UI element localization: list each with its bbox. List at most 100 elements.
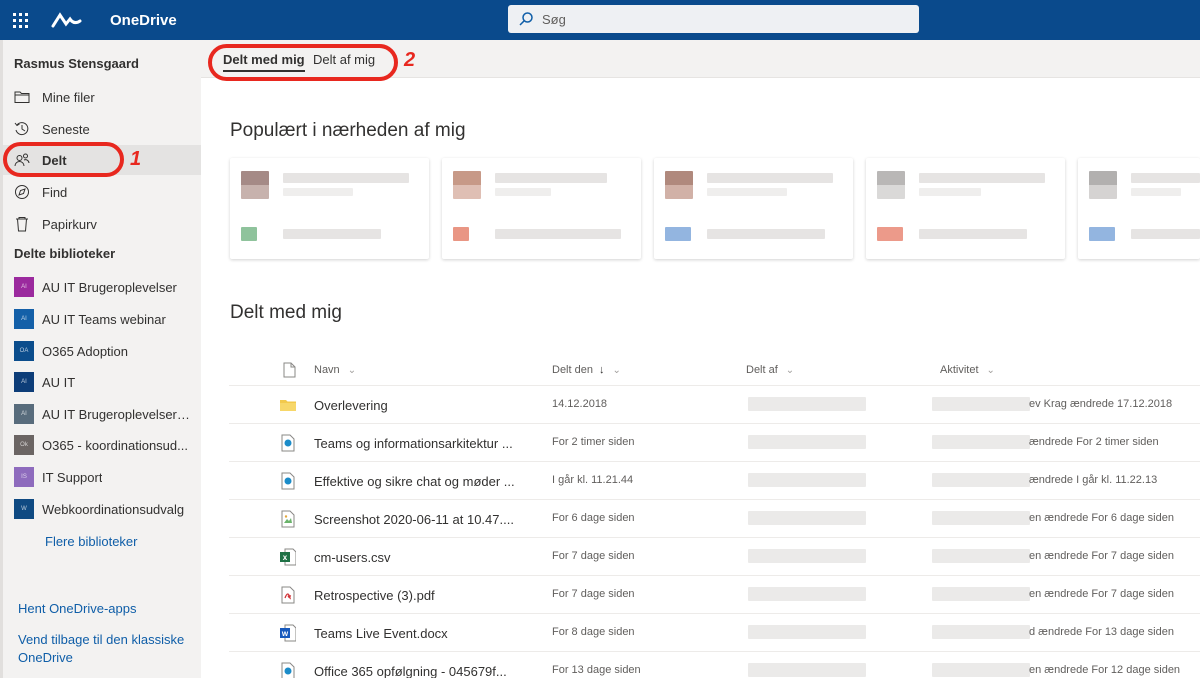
library-item[interactable]: AI AU IT [3, 368, 201, 396]
activity-text: ændrede For 2 timer siden [1029, 436, 1159, 448]
image-file-icon [281, 510, 295, 528]
activity-text: en ændrede For 7 dage siden [1029, 550, 1174, 562]
file-type-icon [283, 362, 296, 378]
search-icon [519, 12, 533, 26]
main-content: Populært i nærheden af mig Delt med mig … [201, 78, 1200, 678]
shared-date: For 7 dage siden [552, 588, 635, 600]
library-item[interactable]: AI AU IT Brugeroplevelser -... [3, 400, 201, 428]
column-header-shared-by[interactable]: Delt af ⌄ [746, 364, 794, 376]
pdf-file-icon [281, 586, 295, 604]
library-avatar: W [14, 499, 34, 519]
column-label: Delt den [552, 364, 593, 376]
popular-card[interactable] [654, 158, 853, 259]
file-name[interactable]: Office 365 opfølgning - 045679f... [314, 664, 507, 678]
file-name[interactable]: Screenshot 2020-06-11 at 10.47.... [314, 512, 514, 527]
column-label: Delt af [746, 364, 778, 376]
column-header-activity[interactable]: Aktivitet ⌄ [940, 364, 995, 376]
nav-label: Find [42, 184, 68, 200]
popular-card[interactable] [230, 158, 429, 259]
app-name[interactable]: OneDrive [110, 12, 177, 29]
annotation-number-2: 2 [404, 49, 416, 71]
library-avatar: AI [14, 372, 34, 392]
library-avatar: AI [14, 404, 34, 424]
nav-item-recent[interactable]: Seneste [3, 114, 201, 144]
annotation-oval-2 [208, 44, 398, 81]
file-name[interactable]: Effektive og sikre chat og møder ... [314, 474, 515, 489]
file-row[interactable]: Teams og informationsarkitektur ... For … [229, 424, 1200, 462]
library-avatar: IS [14, 467, 34, 487]
popular-card[interactable] [1078, 158, 1200, 259]
top-bar: OneDrive Søg [0, 0, 1200, 40]
file-row[interactable]: Retrospective (3).pdf For 7 dage siden e… [229, 576, 1200, 614]
library-label: AU IT Brugeroplevelser [42, 279, 177, 295]
file-name[interactable]: Teams Live Event.docx [314, 626, 448, 641]
shared-date: For 2 timer siden [552, 436, 635, 448]
file-list-header: Navn ⌄ Delt den ↓ ⌄ Delt af ⌄ Aktivitet ⌄ [229, 348, 1200, 386]
get-apps-link[interactable]: Hent OneDrive-apps [18, 600, 137, 618]
activity-text: d ændrede For 13 dage siden [1029, 626, 1174, 638]
sharepoint-page-icon [281, 472, 295, 490]
file-row[interactable]: Office 365 opfølgning - 045679f... For 1… [229, 652, 1200, 678]
library-label: O365 Adoption [42, 343, 129, 359]
annotation-number-1: 1 [130, 148, 142, 170]
activity-text: ændrede I går kl. 11.22.13 [1029, 474, 1158, 486]
search-box[interactable]: Søg [508, 5, 919, 33]
column-label: Navn [314, 364, 340, 376]
column-header-shared-date[interactable]: Delt den ↓ ⌄ [552, 364, 621, 376]
library-item[interactable]: W Webkoordinationsudvalg [3, 495, 201, 523]
shared-date: 14.12.2018 [552, 398, 608, 410]
nav-label: Papirkurv [42, 216, 97, 232]
excel-file-icon: x [280, 548, 296, 566]
library-label: AU IT Brugeroplevelser -... [42, 406, 192, 422]
chevron-down-icon: ⌄ [612, 365, 621, 376]
annotation-oval-1 [3, 142, 124, 177]
library-label: IT Support [42, 469, 103, 485]
popular-card[interactable] [866, 158, 1065, 259]
library-item[interactable]: OA O365 Adoption [3, 337, 201, 365]
svg-text:x: x [283, 553, 288, 562]
word-file-icon: w [280, 624, 296, 642]
library-item[interactable]: Ok O365 - koordinationsud... [3, 431, 201, 459]
column-header-name[interactable]: Navn ⌄ [314, 364, 356, 376]
university-logo[interactable] [50, 0, 94, 40]
popular-heading: Populært i nærheden af mig [230, 120, 466, 141]
discover-icon [13, 183, 31, 201]
more-libraries-link[interactable]: Flere biblioteker [45, 534, 138, 549]
nav-item-recycle-bin[interactable]: Papirkurv [3, 209, 201, 239]
file-name[interactable]: Overlevering [314, 398, 388, 413]
search-input[interactable]: Søg [542, 12, 566, 27]
library-item[interactable]: AI AU IT Brugeroplevelser [3, 273, 201, 301]
library-label: AU IT [42, 374, 76, 390]
nav-item-my-files[interactable]: Mine filer [3, 82, 201, 112]
library-item[interactable]: IS IT Support [3, 463, 201, 491]
library-avatar: AI [14, 277, 34, 297]
file-name[interactable]: cm-users.csv [314, 550, 391, 565]
folder-icon [13, 88, 31, 106]
chevron-down-icon: ⌄ [785, 365, 795, 376]
app-launcher-icon[interactable] [0, 0, 40, 40]
classic-link-line2: OneDrive [18, 650, 73, 665]
file-row[interactable]: x cm-users.csv For 7 dage siden en ændre… [229, 538, 1200, 576]
library-avatar: OA [14, 341, 34, 361]
popular-card[interactable] [442, 158, 641, 259]
library-label: Webkoordinationsudvalg [42, 501, 185, 517]
column-label: Aktivitet [940, 364, 979, 376]
nav-item-discover[interactable]: Find [3, 177, 201, 207]
sharepoint-page-icon [281, 662, 295, 678]
file-name[interactable]: Teams og informationsarkitektur ... [314, 436, 513, 451]
sort-down-arrow-icon: ↓ [598, 364, 605, 376]
svg-text:w: w [281, 629, 289, 638]
library-avatar: AI [14, 309, 34, 329]
classic-onedrive-link[interactable]: Vend tilbage til den klassiske OneDrive [18, 631, 184, 667]
file-name[interactable]: Retrospective (3).pdf [314, 588, 435, 603]
file-row[interactable]: Screenshot 2020-06-11 at 10.47.... For 6… [229, 500, 1200, 538]
shared-libraries-heading: Delte biblioteker [14, 246, 116, 261]
file-row[interactable]: Effektive og sikre chat og møder ... I g… [229, 462, 1200, 500]
user-name: Rasmus Stensgaard [14, 56, 139, 71]
library-item[interactable]: AI AU IT Teams webinar [3, 305, 201, 333]
recycle-bin-icon [13, 215, 31, 233]
file-row[interactable]: Overlevering 14.12.2018 ev Krag ændrede … [229, 386, 1200, 424]
activity-text: en ændrede For 6 dage siden [1029, 512, 1174, 524]
file-row[interactable]: w Teams Live Event.docx For 8 dage siden… [229, 614, 1200, 652]
folder-icon [280, 400, 296, 411]
